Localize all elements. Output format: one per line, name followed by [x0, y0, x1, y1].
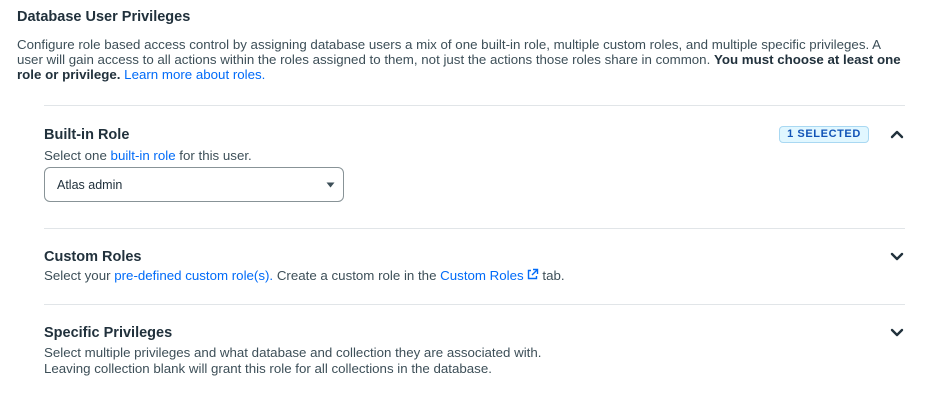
divider [44, 304, 905, 305]
learn-more-roles-link[interactable]: Learn more about roles. [124, 67, 265, 82]
caret-down-icon [326, 182, 335, 188]
builtin-role-title[interactable]: Built-in Role [44, 127, 129, 143]
external-link-icon [527, 268, 538, 280]
page-title: Database User Privileges [17, 9, 191, 25]
custom-roles-tab-link[interactable]: Custom Roles [440, 268, 539, 283]
custom-roles-sub-suffix: tab. [542, 268, 565, 283]
custom-roles-title[interactable]: Custom Roles [44, 249, 142, 265]
selected-count-badge: 1 SELECTED [779, 126, 869, 143]
builtin-role-sub-prefix: Select one [44, 148, 107, 163]
chevron-up-icon[interactable] [890, 129, 904, 139]
specific-privileges-line1: Select multiple privileges and what data… [44, 345, 542, 360]
divider [44, 105, 905, 106]
divider [44, 228, 905, 229]
custom-roles-sub-prefix: Select your [44, 268, 111, 283]
builtin-role-subtitle: Select one built-in role for this user. [44, 148, 252, 164]
builtin-role-link[interactable]: built-in role [111, 148, 176, 163]
chevron-down-icon[interactable] [890, 328, 904, 338]
custom-roles-subtitle: Select your pre-defined custom role(s). … [44, 268, 565, 284]
custom-roles-link[interactable]: pre-defined custom role(s). [114, 268, 273, 283]
custom-roles-sub-middle: Create a custom role in the [276, 268, 437, 283]
custom-roles-tab-link-label: Custom Roles [440, 268, 524, 283]
page-description: Configure role based access control by a… [17, 37, 907, 82]
builtin-role-select-value: Atlas admin [57, 178, 123, 192]
specific-privileges-title[interactable]: Specific Privileges [44, 325, 172, 341]
builtin-role-select[interactable]: Atlas admin [44, 167, 344, 202]
builtin-role-sub-suffix: for this user. [179, 148, 252, 163]
database-user-privileges-panel: Database User Privileges Configure role … [0, 0, 929, 394]
specific-privileges-line2: Leaving collection blank will grant this… [44, 361, 492, 376]
chevron-down-icon[interactable] [890, 252, 904, 262]
